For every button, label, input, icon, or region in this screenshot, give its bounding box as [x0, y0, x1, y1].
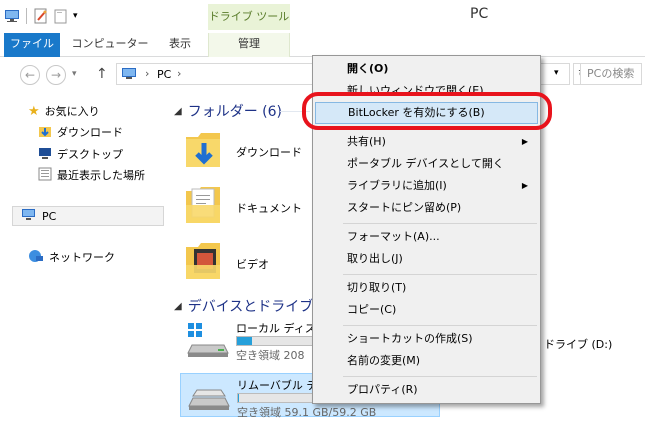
forward-button[interactable]: →: [46, 65, 66, 85]
drive-usage-fill: [238, 394, 239, 402]
collapse-chevron-icon: ◢: [174, 105, 182, 117]
documents-folder-icon[interactable]: [184, 183, 224, 227]
menu-item-pin-to-start[interactable]: スタートにピン留め(P): [315, 197, 538, 219]
folders-group-header[interactable]: ◢ フォルダー (6): [174, 101, 282, 121]
menu-item-eject[interactable]: 取り出し(J): [315, 248, 538, 270]
dvd-drive-label[interactable]: ドライブ (D:): [544, 336, 612, 352]
menu-item-open-portable[interactable]: ポータブル デバイスとして開く: [315, 153, 538, 175]
downloads-folder-icon: [38, 124, 52, 141]
removable-drive-icon: [187, 380, 231, 417]
menu-item-share[interactable]: 共有(H) ▶: [315, 131, 538, 153]
drive-usage-fill: [237, 337, 253, 345]
submenu-arrow-icon: ▶: [521, 181, 528, 190]
recent-places-icon: [38, 167, 52, 184]
menu-item-properties[interactable]: プロパティ(R): [315, 379, 538, 401]
address-dropdown[interactable]: ▾: [540, 63, 570, 85]
drive-tools-context-header: ドライブ ツール: [208, 4, 290, 30]
search-input[interactable]: PCの検索: [580, 63, 642, 85]
annotation-highlight-ring: [302, 92, 552, 130]
menu-item-format[interactable]: フォーマット(A)...: [315, 226, 538, 248]
breadcrumb-pc[interactable]: PC: [157, 68, 171, 81]
navigation-pane: ★ お気に入り ダウンロード デスクトップ 最近表示した場所 PC ネットワーク: [0, 91, 170, 440]
folders-group-title: フォルダー (6): [187, 104, 282, 120]
breadcrumb-chevron-icon: ›: [177, 67, 182, 80]
nav-item-label: ダウンロード: [57, 126, 123, 139]
pc-icon: [121, 67, 141, 84]
folder-label-videos[interactable]: ビデオ: [236, 256, 269, 272]
nav-favorites[interactable]: ★ お気に入り: [28, 101, 100, 121]
recent-locations-dropdown-icon[interactable]: ▾: [72, 69, 77, 79]
nav-favorites-label: お気に入り: [44, 105, 100, 118]
windows-drive-icon: [186, 321, 230, 362]
menu-separator: [343, 325, 537, 326]
folder-label-documents[interactable]: ドキュメント: [236, 200, 302, 216]
title-bar: ▾ ドライブ ツール PC: [0, 0, 645, 33]
drive-free-space: 空き領域 208: [236, 349, 305, 362]
star-icon: ★: [28, 103, 40, 119]
menu-separator: [343, 376, 537, 377]
nav-item-label: 最近表示した場所: [57, 169, 145, 182]
menu-item-rename[interactable]: 名前の変更(M): [315, 350, 538, 372]
breadcrumb-chevron-icon: ›: [145, 67, 150, 80]
menu-separator: [343, 274, 537, 275]
menu-item-label: ライブラリに追加(I): [347, 179, 447, 192]
menu-item-cut[interactable]: 切り取り(T): [315, 277, 538, 299]
menu-separator: [343, 223, 537, 224]
new-folder-icon[interactable]: [53, 8, 69, 24]
submenu-arrow-icon: ▶: [521, 137, 528, 146]
videos-folder-icon[interactable]: [184, 239, 224, 283]
menu-item-label: 共有(H): [347, 135, 386, 148]
address-bar[interactable]: › PC ›: [116, 63, 316, 85]
menu-item-open[interactable]: 開く(O): [315, 58, 538, 80]
menu-item-create-shortcut[interactable]: ショートカットの作成(S): [315, 328, 538, 350]
folder-label-downloads[interactable]: ダウンロード: [236, 144, 302, 160]
desktop-icon: [38, 146, 52, 163]
quick-access-toolbar: ▾: [4, 6, 78, 26]
downloads-folder-icon[interactable]: [184, 127, 224, 171]
drive-free-space: 空き領域 59.1 GB/59.2 GB: [237, 406, 377, 419]
menu-item-copy[interactable]: コピー(C): [315, 299, 538, 321]
up-arrow-icon[interactable]: ↑: [96, 66, 108, 82]
back-button[interactable]: ←: [20, 65, 40, 85]
network-icon: [28, 249, 44, 266]
nav-item-network[interactable]: ネットワーク: [28, 247, 115, 267]
menu-item-add-to-library[interactable]: ライブラリに追加(I) ▶: [315, 175, 538, 197]
chevron-down-icon: ▾: [554, 68, 559, 78]
ribbon-tabs: ファイル コンピューター 表示 管理: [0, 33, 645, 57]
tab-view[interactable]: 表示: [158, 33, 202, 57]
nav-item-label: デスクトップ: [57, 148, 123, 161]
nav-item-label: ネットワーク: [49, 251, 115, 264]
nav-item-downloads[interactable]: ダウンロード: [38, 122, 123, 142]
pc-icon[interactable]: [4, 8, 20, 24]
nav-item-label: PC: [42, 209, 57, 223]
pc-icon: [21, 208, 37, 225]
tab-file[interactable]: ファイル: [4, 33, 60, 57]
nav-item-pc[interactable]: PC: [12, 206, 164, 226]
nav-item-desktop[interactable]: デスクトップ: [38, 144, 123, 164]
tab-computer[interactable]: コンピューター: [70, 33, 150, 57]
nav-item-recent-places[interactable]: 最近表示した場所: [38, 165, 145, 185]
customize-toolbar-dropdown-icon[interactable]: ▾: [73, 11, 78, 21]
collapse-chevron-icon: ◢: [174, 300, 182, 312]
toolbar-separator: [26, 8, 27, 24]
window-title: PC: [470, 6, 489, 22]
tab-manage[interactable]: 管理: [208, 33, 290, 57]
properties-icon[interactable]: [33, 8, 49, 24]
